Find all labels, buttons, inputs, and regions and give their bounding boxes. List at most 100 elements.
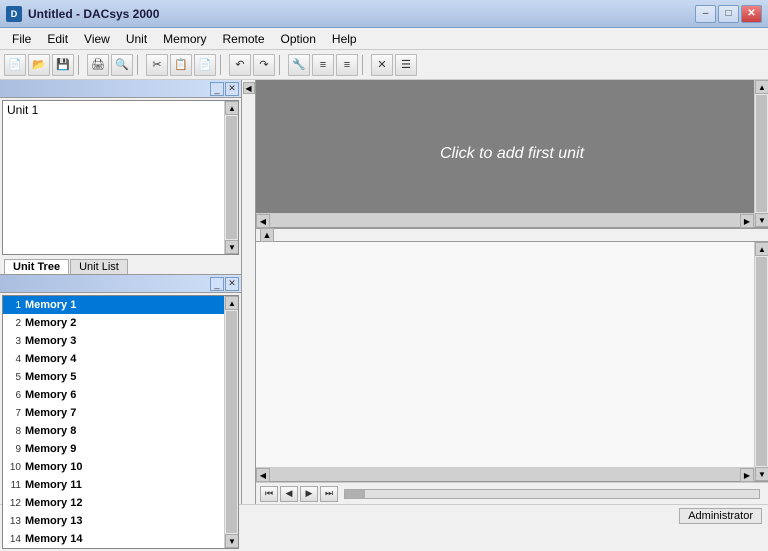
v-divider-strip: ◀ bbox=[242, 80, 256, 504]
toolbar-preview[interactable]: 🔍 bbox=[111, 54, 133, 76]
canvas-scrollbar-v[interactable]: ▲ ▼ bbox=[754, 80, 768, 227]
toolbar-sep4 bbox=[279, 55, 284, 75]
status-user: Administrator bbox=[679, 508, 762, 524]
menu-edit[interactable]: Edit bbox=[39, 30, 76, 48]
div-arrow[interactable]: ▲ bbox=[260, 228, 274, 242]
memory-panel: _ ✕ 1 Memory 1 2 Memory 2 3 Memory 3 bbox=[0, 275, 241, 551]
toolbar-paste[interactable]: 📄 bbox=[194, 54, 216, 76]
memory-scrollbar-v[interactable]: ▲ ▼ bbox=[224, 296, 238, 548]
memory-panel-close[interactable]: ✕ bbox=[225, 277, 239, 291]
nav-thumb[interactable] bbox=[345, 490, 365, 498]
toolbar-new[interactable]: 📄 bbox=[4, 54, 26, 76]
memory-list-content: 1 Memory 1 2 Memory 2 3 Memory 3 4 Memor… bbox=[2, 295, 239, 549]
nav-next[interactable]: ▶ bbox=[300, 486, 318, 502]
memory-item-9[interactable]: 9 Memory 9 bbox=[3, 440, 238, 458]
scrollbar-down[interactable]: ▼ bbox=[225, 240, 239, 254]
memory-list: 1 Memory 1 2 Memory 2 3 Memory 3 4 Memor… bbox=[3, 296, 238, 548]
toolbar-copy[interactable]: 📋 bbox=[170, 54, 192, 76]
right-section: ◀ Click to add first unit ▲ ▼ ◀ ▶ bbox=[242, 80, 768, 504]
toolbar-undo[interactable]: ↶ bbox=[229, 54, 251, 76]
toolbar-tool2[interactable]: ≡ bbox=[312, 54, 334, 76]
close-button[interactable]: ✕ bbox=[741, 5, 762, 23]
main-layout: _ ✕ Unit 1 ▲ ▼ Unit Tree Unit List _ ✕ bbox=[0, 80, 768, 504]
canvas-scroll-left[interactable]: ◀ bbox=[256, 214, 270, 228]
memory-item-3[interactable]: 3 Memory 3 bbox=[3, 332, 238, 350]
title-bar: D Untitled - DACsys 2000 – □ ✕ bbox=[0, 0, 768, 28]
unit-scrollbar-v[interactable]: ▲ ▼ bbox=[224, 101, 238, 254]
memory-item-4[interactable]: 4 Memory 4 bbox=[3, 350, 238, 368]
left-panel: _ ✕ Unit 1 ▲ ▼ Unit Tree Unit List _ ✕ bbox=[0, 80, 242, 504]
menu-unit[interactable]: Unit bbox=[118, 30, 155, 48]
menu-file[interactable]: File bbox=[4, 30, 39, 48]
memory-item-1[interactable]: 1 Memory 1 bbox=[3, 296, 238, 314]
detail-scrollbar-h[interactable]: ◀ ▶ bbox=[256, 467, 754, 481]
canvas-area[interactable]: Click to add first unit ▲ ▼ ◀ ▶ bbox=[256, 80, 768, 228]
memory-item-7[interactable]: 7 Memory 7 bbox=[3, 404, 238, 422]
detail-area: ▲ ▼ ◀ ▶ bbox=[256, 242, 768, 482]
canvas-scroll-up[interactable]: ▲ bbox=[755, 80, 768, 94]
menu-option[interactable]: Option bbox=[273, 30, 324, 48]
toolbar-tool1[interactable]: 🔧 bbox=[288, 54, 310, 76]
memory-scroll-down[interactable]: ▼ bbox=[225, 534, 239, 548]
menu-help[interactable]: Help bbox=[324, 30, 365, 48]
memory-item-5[interactable]: 5 Memory 5 bbox=[3, 368, 238, 386]
unit-panel-close[interactable]: ✕ bbox=[225, 82, 239, 96]
toolbar-redo[interactable]: ↷ bbox=[253, 54, 275, 76]
toolbar-tool3[interactable]: ≡ bbox=[336, 54, 358, 76]
toolbar-open[interactable]: 📂 bbox=[28, 54, 50, 76]
toolbar-sep2 bbox=[137, 55, 142, 75]
canvas-click-text[interactable]: Click to add first unit bbox=[440, 145, 584, 163]
memory-item-12[interactable]: 12 Memory 12 bbox=[3, 494, 238, 512]
memory-item-13[interactable]: 13 Memory 13 bbox=[3, 512, 238, 530]
menu-remote[interactable]: Remote bbox=[215, 30, 273, 48]
detail-scroll-up[interactable]: ▲ bbox=[755, 242, 768, 256]
title-bar-text: Untitled - DACsys 2000 bbox=[28, 7, 695, 21]
scrollbar-up[interactable]: ▲ bbox=[225, 101, 239, 115]
toolbar-cut[interactable]: ✂ bbox=[146, 54, 168, 76]
canvas-scrollbar-h[interactable]: ◀ ▶ bbox=[256, 213, 754, 227]
canvas-scroll-track-h[interactable] bbox=[270, 214, 740, 227]
unit-tree-content: Unit 1 ▲ ▼ bbox=[2, 100, 239, 255]
maximize-button[interactable]: □ bbox=[718, 5, 739, 23]
memory-item-14[interactable]: 14 Memory 14 bbox=[3, 530, 238, 548]
toolbar-print[interactable]: 🖨 bbox=[87, 54, 109, 76]
nav-last[interactable]: ⏭ bbox=[320, 486, 338, 502]
toolbar-close[interactable]: ✕ bbox=[371, 54, 393, 76]
tab-unit-list[interactable]: Unit List bbox=[70, 259, 128, 274]
memory-panel-titlebar: _ ✕ bbox=[0, 275, 241, 293]
memory-scroll-up[interactable]: ▲ bbox=[225, 296, 239, 310]
menu-view[interactable]: View bbox=[76, 30, 118, 48]
memory-item-8[interactable]: 8 Memory 8 bbox=[3, 422, 238, 440]
canvas-scroll-thumb[interactable] bbox=[756, 95, 767, 212]
toolbar-sep3 bbox=[220, 55, 225, 75]
memory-panel-minimize[interactable]: _ bbox=[210, 277, 224, 291]
detail-scroll-track-h[interactable] bbox=[270, 468, 740, 481]
right-panel: Click to add first unit ▲ ▼ ◀ ▶ ▲ bbox=[256, 80, 768, 504]
memory-item-10[interactable]: 10 Memory 10 bbox=[3, 458, 238, 476]
nav-first[interactable]: ⏮ bbox=[260, 486, 278, 502]
menu-memory[interactable]: Memory bbox=[155, 30, 214, 48]
detail-scroll-thumb[interactable] bbox=[756, 257, 767, 466]
toolbar-save[interactable]: 💾 bbox=[52, 54, 74, 76]
unit-item[interactable]: Unit 1 bbox=[3, 101, 238, 119]
tab-unit-tree[interactable]: Unit Tree bbox=[4, 259, 69, 274]
title-bar-controls: – □ ✕ bbox=[695, 5, 762, 23]
memory-item-2[interactable]: 2 Memory 2 bbox=[3, 314, 238, 332]
toolbar-menu[interactable]: ☰ bbox=[395, 54, 417, 76]
memory-item-6[interactable]: 6 Memory 6 bbox=[3, 386, 238, 404]
memory-item-11[interactable]: 11 Memory 11 bbox=[3, 476, 238, 494]
detail-scrollbar-v[interactable]: ▲ ▼ bbox=[754, 242, 768, 481]
detail-scroll-right[interactable]: ▶ bbox=[740, 468, 754, 482]
v-strip-btn[interactable]: ◀ bbox=[243, 82, 255, 94]
unit-panel-minimize[interactable]: _ bbox=[210, 82, 224, 96]
memory-scroll-thumb[interactable] bbox=[226, 311, 237, 533]
canvas-scroll-right[interactable]: ▶ bbox=[740, 214, 754, 228]
detail-scroll-left[interactable]: ◀ bbox=[256, 468, 270, 482]
minimize-button[interactable]: – bbox=[695, 5, 716, 23]
nav-progress[interactable] bbox=[344, 489, 760, 499]
canvas-scroll-down[interactable]: ▼ bbox=[755, 213, 768, 227]
detail-scroll-down[interactable]: ▼ bbox=[755, 467, 768, 481]
h-divider: ▲ bbox=[256, 228, 768, 242]
scrollbar-thumb[interactable] bbox=[226, 116, 237, 239]
nav-prev[interactable]: ◀ bbox=[280, 486, 298, 502]
